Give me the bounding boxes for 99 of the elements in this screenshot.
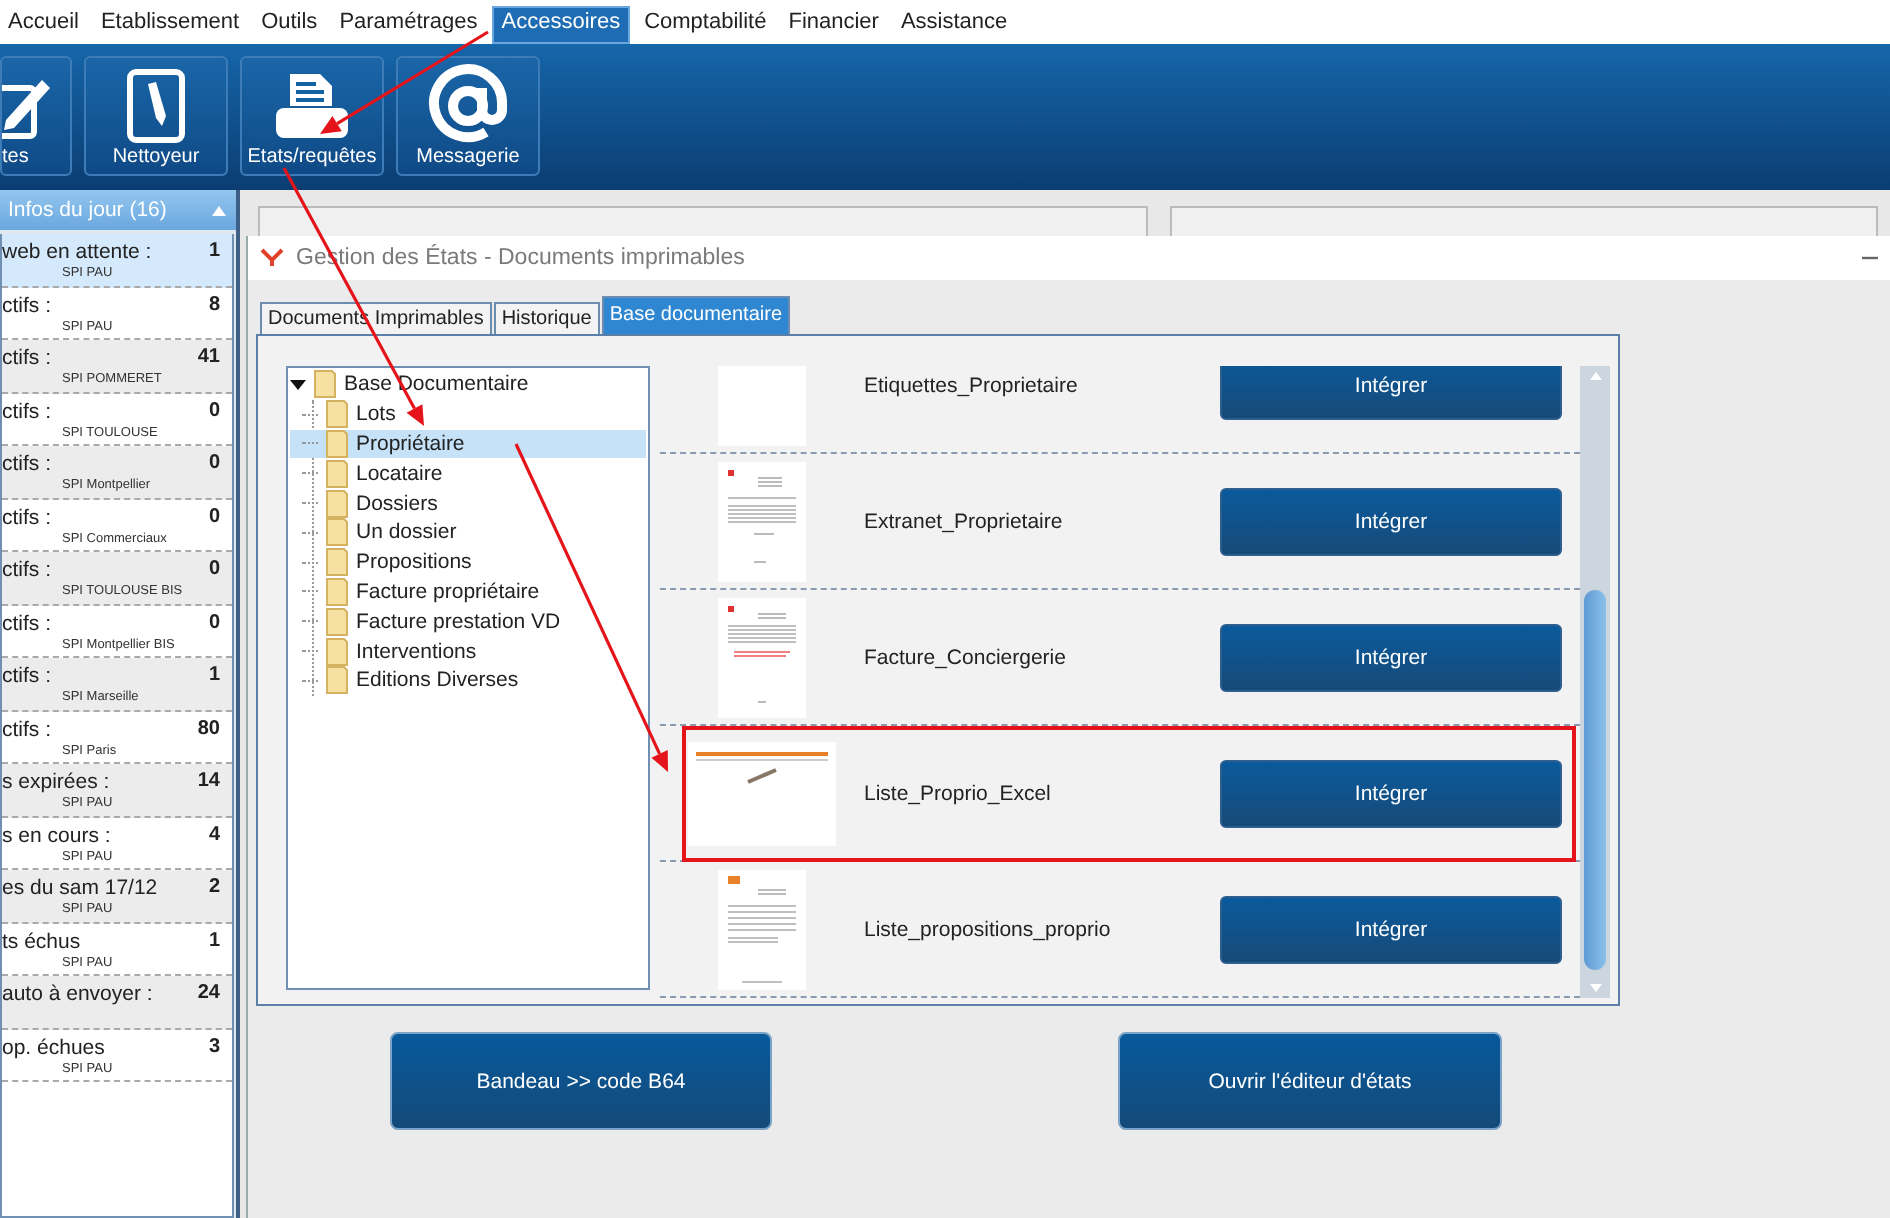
info-label: ctifs : xyxy=(2,611,54,638)
menu-item[interactable]: Paramétrages xyxy=(331,8,486,44)
tree-node[interactable]: Editions Diverses xyxy=(290,665,646,696)
info-label: ctifs : xyxy=(2,664,54,691)
info-label: web en attente : xyxy=(2,240,154,267)
info-count: 3 xyxy=(208,1035,220,1061)
info-count: 2 xyxy=(208,876,220,902)
document-name: Facture_Conciergerie xyxy=(864,645,1068,669)
info-count: 4 xyxy=(208,823,220,849)
tree-node[interactable]: Lots xyxy=(290,399,646,430)
ribbon-button[interactable]: Messagerie xyxy=(396,56,540,176)
document-name: Liste_propositions_proprio xyxy=(864,917,1113,941)
info-label: s expirées : xyxy=(2,770,112,797)
info-count: 80 xyxy=(197,717,220,743)
document-row[interactable]: Liste_Proprio_Excel Intégrer xyxy=(660,726,1580,862)
panel-title: Infos du jour (16) xyxy=(8,198,167,222)
tree-node[interactable]: Propositions xyxy=(290,547,646,578)
info-count: 0 xyxy=(208,452,220,478)
document-thumbnail xyxy=(718,597,806,717)
chevron-icon xyxy=(260,248,284,268)
info-count: 1 xyxy=(208,664,220,690)
folder-icon xyxy=(326,489,348,518)
folder-icon xyxy=(314,370,336,399)
tree-node[interactable]: Propriétaire xyxy=(290,429,646,459)
folder-icon xyxy=(326,400,348,429)
info-label: ctifs : xyxy=(2,399,54,426)
tree-node[interactable]: Facture propriétaire xyxy=(290,577,646,607)
menu-item[interactable]: Assistance xyxy=(892,8,1016,44)
info-label: s en cours : xyxy=(2,823,113,850)
document-row[interactable]: Liste_propositions_proprio Intégrer xyxy=(660,862,1580,998)
action-button[interactable]: Ouvrir l'éditeur d'états xyxy=(1118,1032,1502,1130)
menu-item[interactable]: Accessoires xyxy=(491,6,631,44)
tab[interactable]: Historique xyxy=(493,302,600,334)
document-name: Extranet_Proprietaire xyxy=(864,509,1065,533)
scroll-up-icon[interactable] xyxy=(1589,372,1601,380)
menu-item[interactable]: Etablissement xyxy=(92,8,248,44)
integrate-button[interactable]: Intégrer xyxy=(1220,759,1562,827)
integrate-button[interactable]: Intégrer xyxy=(1220,487,1562,555)
info-count: 1 xyxy=(208,240,220,266)
document-thumbnail xyxy=(718,869,806,989)
folder-icon xyxy=(326,518,348,547)
tree-node[interactable]: Facture prestation VD xyxy=(290,606,646,637)
info-label: es du sam 17/12 xyxy=(2,876,160,903)
action-button[interactable]: Bandeau >> code B64 xyxy=(390,1032,772,1130)
collapse-icon[interactable] xyxy=(212,205,226,215)
info-count: 0 xyxy=(208,558,220,584)
folder-icon xyxy=(326,577,348,606)
document-row[interactable]: Facture_Conciergerie Intégrer xyxy=(660,590,1580,726)
document-row[interactable]: Extranet_Proprietaire Intégrer xyxy=(660,454,1580,590)
info-count: 0 xyxy=(208,399,220,425)
info-label: ctifs : xyxy=(2,717,54,744)
info-count: 41 xyxy=(197,346,220,372)
info-count: 1 xyxy=(208,929,220,955)
tree-node[interactable]: Dossiers xyxy=(290,488,646,518)
info-row[interactable]: auto à envoyer : 24 xyxy=(2,976,232,1029)
notepad-icon xyxy=(126,68,186,144)
menu-item[interactable]: Accueil xyxy=(0,8,87,44)
document-row[interactable]: Etiquettes_Proprietaire Intégrer xyxy=(660,366,1580,454)
tree-node[interactable]: Un dossier xyxy=(290,517,646,548)
ribbon-button[interactable]: tes xyxy=(0,56,72,176)
folder-icon xyxy=(326,459,348,488)
expand-icon[interactable] xyxy=(290,376,306,393)
menu-item[interactable]: Financier xyxy=(780,8,887,44)
ribbon-button[interactable]: Nettoyeur xyxy=(84,56,228,176)
info-label: ctifs : xyxy=(2,505,54,532)
folder-icon xyxy=(326,666,348,695)
info-label: ts échus xyxy=(2,929,83,956)
scroll-down-icon[interactable] xyxy=(1589,984,1601,992)
tab[interactable]: Base documentaire xyxy=(601,296,791,334)
info-label: ctifs : xyxy=(2,346,54,373)
info-label: op. échues xyxy=(2,1035,107,1062)
info-label: auto à envoyer : xyxy=(2,982,155,1010)
integrate-button[interactable]: Intégrer xyxy=(1220,895,1562,963)
ribbon-button[interactable]: Etats/requêtes xyxy=(240,56,384,176)
folder-icon xyxy=(326,548,348,577)
info-count: 0 xyxy=(208,611,220,637)
info-label: ctifs : xyxy=(2,293,54,320)
info-label: ctifs : xyxy=(2,558,54,585)
scrollbar-thumb[interactable] xyxy=(1584,590,1606,970)
at-sign-icon xyxy=(426,64,510,148)
info-count: 0 xyxy=(208,505,220,531)
folder-icon xyxy=(326,607,348,636)
folder-icon xyxy=(326,637,348,666)
integrate-button[interactable]: Intégrer xyxy=(1220,623,1562,691)
info-label: ctifs : xyxy=(2,452,54,479)
document-name: Etiquettes_Proprietaire xyxy=(864,373,1080,397)
document-thumbnail xyxy=(718,461,806,581)
integrate-button[interactable]: Intégrer xyxy=(1220,366,1562,419)
tree-node[interactable]: Locataire xyxy=(290,458,646,489)
info-count: 14 xyxy=(197,770,220,796)
info-count: 8 xyxy=(208,293,220,319)
menu-item[interactable]: Outils xyxy=(253,8,326,44)
info-count: 24 xyxy=(197,982,220,1008)
document-name: Liste_Proprio_Excel xyxy=(864,781,1053,805)
folder-icon xyxy=(326,429,348,458)
printer-icon xyxy=(272,70,352,142)
tree-node[interactable]: Interventions xyxy=(290,636,646,666)
menu-item[interactable]: Comptabilité xyxy=(636,8,775,44)
minimize-icon[interactable] xyxy=(1862,255,1878,261)
